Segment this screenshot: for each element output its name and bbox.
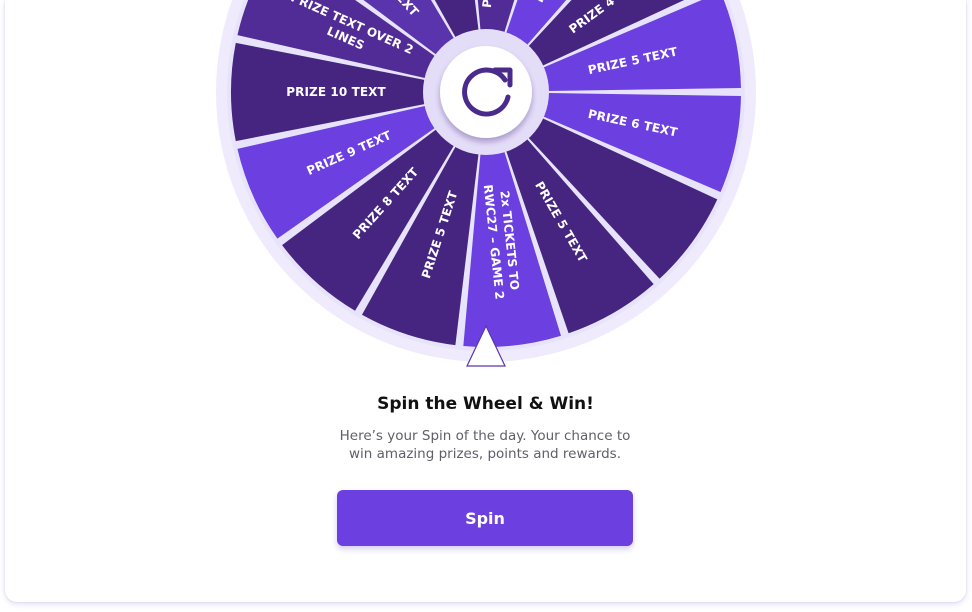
wheel-segment-label: PRIZE 10 TEXT — [286, 85, 386, 99]
hub-button-base — [440, 46, 532, 138]
page-title: Spin the Wheel & Win! — [377, 394, 594, 414]
spin-button[interactable]: Spin — [337, 490, 633, 546]
spin-wheel-card: PRIZE 10 TEXT PRIZE TEXT OVER 2LINES PRIZE… — [5, 0, 966, 602]
spin-hub-button[interactable] — [440, 46, 532, 138]
page-description: Here’s your Spin of the day. Your chance… — [339, 428, 631, 462]
